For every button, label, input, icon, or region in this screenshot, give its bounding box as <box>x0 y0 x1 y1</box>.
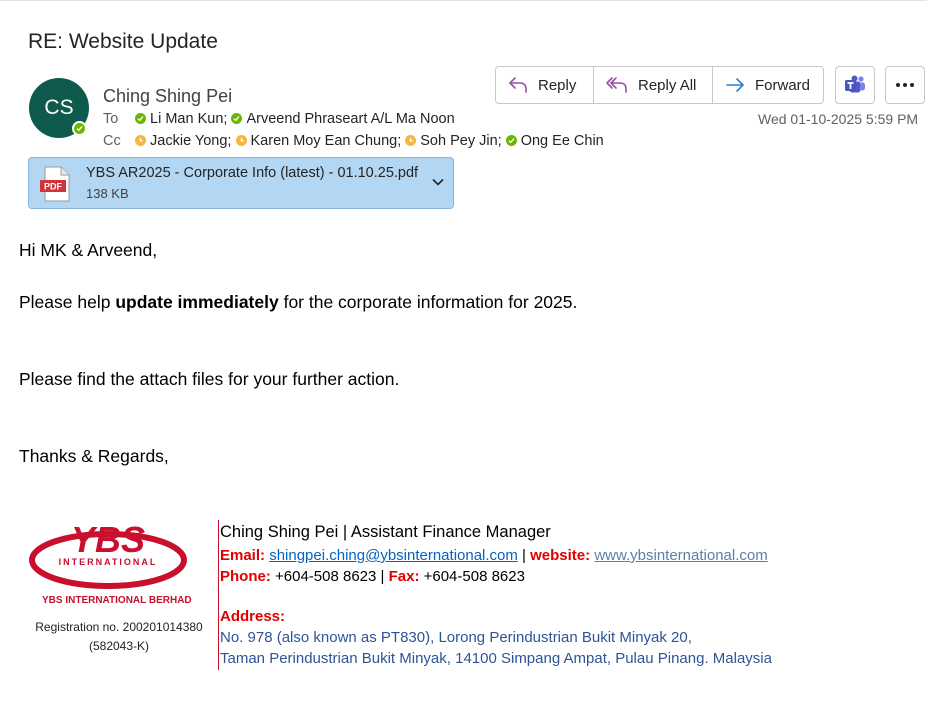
signature-divider <box>218 520 219 670</box>
phone-label: Phone: <box>220 568 271 585</box>
website-link[interactable]: www.ybsinternational.com <box>594 547 767 564</box>
sent-date: Wed 01-10-2025 5:59 PM <box>758 111 919 127</box>
to-label: To <box>103 111 119 127</box>
avatar[interactable]: CS <box>29 78 89 138</box>
presence-away-icon <box>135 135 147 146</box>
teams-icon <box>845 75 865 93</box>
closing: Thanks & Regards, <box>19 446 169 466</box>
email-subject: RE: Website Update <box>28 30 218 53</box>
body-line-1-post: for the corporate information for 2025. <box>278 292 578 312</box>
signature-name-title: Ching Shing Pei | Assistant Finance Mana… <box>220 523 551 541</box>
fax-label: Fax: <box>388 568 420 585</box>
fax-number: +604-508 8623 <box>419 568 525 585</box>
body-line-1: Please help update immediately for the c… <box>19 292 577 313</box>
email-label: Email: <box>220 547 266 564</box>
signature-contact-line: Email: shingpei.ching@ybsinternational.c… <box>220 547 768 564</box>
registration-number: Registration no. 200201014380 <box>35 620 203 634</box>
address-line-2: Taman Perindustrian Bukit Minyak, 14100 … <box>220 650 772 667</box>
recipient-ong-ee-chin[interactable]: Ong Ee Chin <box>521 133 604 149</box>
pdf-icon: PDF <box>40 166 70 202</box>
presence-available-icon <box>72 121 87 136</box>
reply-all-label: Reply All <box>638 76 697 94</box>
teams-button[interactable] <box>835 66 875 104</box>
presence-away-icon <box>405 135 417 146</box>
logo-subtext: INTERNATIONAL <box>59 557 158 567</box>
recipient-li-man-kun[interactable]: Li Man Kun; <box>150 111 227 127</box>
phone-number: +604-508 8623 | <box>270 568 389 585</box>
forward-label: Forward <box>755 76 811 94</box>
presence-available-icon <box>135 113 147 124</box>
cc-line: Cc Jackie Yong; Karen Moy Ean Chung; Soh… <box>103 133 604 149</box>
forward-icon <box>726 78 744 92</box>
email-link[interactable]: shingpei.ching@ybsinternational.com <box>269 547 518 564</box>
logo-text: YBS <box>71 519 145 560</box>
forward-button[interactable]: Forward <box>712 67 823 103</box>
cc-label: Cc <box>103 133 121 149</box>
presence-available-icon <box>231 113 243 124</box>
sender-name[interactable]: Ching Shing Pei <box>103 86 232 107</box>
reply-all-icon <box>606 77 627 93</box>
recipient-karen-moy[interactable]: Karen Moy Ean Chung; <box>251 133 402 149</box>
website-label: website: <box>530 547 591 564</box>
presence-available-icon <box>505 135 517 146</box>
separator: | <box>517 547 531 564</box>
signature-phone-line: Phone: +604-508 8623 | Fax: +604-508 862… <box>220 568 525 585</box>
chevron-down-icon[interactable] <box>431 177 445 187</box>
attachment-card[interactable]: PDF YBS AR2025 - Corporate Info (latest)… <box>28 157 454 209</box>
recipient-jackie-yong[interactable]: Jackie Yong; <box>150 133 231 149</box>
recipient-soh-pey-jin[interactable]: Soh Pey Jin; <box>420 133 501 149</box>
to-line: To Li Man Kun; Arveend Phraseart A/L Ma … <box>103 111 455 127</box>
more-icon <box>896 83 914 87</box>
body-line-1-pre: Please help <box>19 292 116 312</box>
reply-label: Reply <box>538 76 577 94</box>
address-line-1: No. 978 (also known as PT830), Lorong Pe… <box>220 629 692 646</box>
greeting: Hi MK & Arveend, <box>19 240 158 260</box>
registration-info: Registration no. 200201014380 (582043-K) <box>30 618 208 656</box>
top-divider <box>0 0 927 1</box>
reply-toolbar: Reply Reply All Forward <box>495 66 824 104</box>
attachment-filename: YBS AR2025 - Corporate Info (latest) - 0… <box>86 165 419 181</box>
reply-icon <box>509 77 527 93</box>
body-line-2: Please find the attach files for your fu… <box>19 369 400 389</box>
reply-button[interactable]: Reply <box>496 67 593 103</box>
attachment-size: 138 KB <box>86 186 129 201</box>
body-line-1-bold: update immediately <box>115 292 279 312</box>
more-actions-button[interactable] <box>885 66 925 104</box>
registration-code: (582043-K) <box>88 639 150 653</box>
company-logo: YBS INTERNATIONAL <box>29 519 187 589</box>
address-label: Address: <box>220 608 286 625</box>
reply-all-button[interactable]: Reply All <box>593 67 712 103</box>
pdf-type-label: PDF <box>44 182 63 192</box>
presence-away-icon <box>235 135 247 146</box>
recipient-arveend[interactable]: Arveend Phraseart A/L Ma Noon <box>246 111 454 127</box>
avatar-initials: CS <box>44 96 74 119</box>
company-name: YBS INTERNATIONAL BERHAD <box>42 595 192 606</box>
